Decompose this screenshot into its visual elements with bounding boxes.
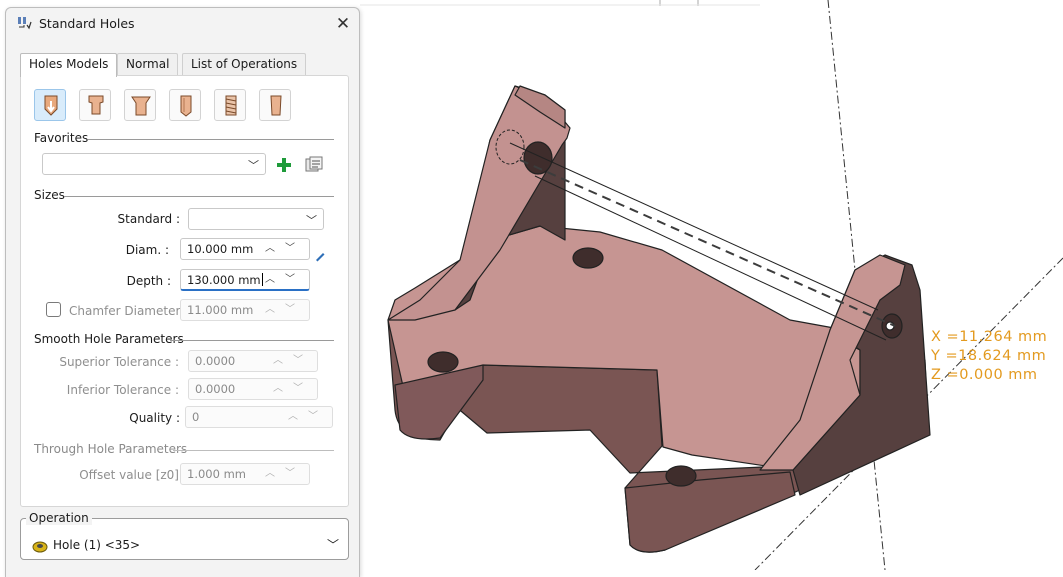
text-caret [261,273,263,286]
close-icon: ✕ [335,14,351,34]
diameter-label: Diam. : [125,243,169,257]
quality-label: Quality : [129,411,180,425]
inferior-tolerance-value: 0.0000 [195,382,236,396]
hole-model-simple[interactable] [34,89,66,121]
favorites-divider [88,139,334,140]
offset-value-input[interactable]: 1.000 mm ︿﹀ [180,463,310,485]
favorites-select[interactable]: ﹀ [42,153,266,175]
spin-arrows-icon[interactable]: ︿﹀ [265,270,305,290]
chamfer-diameter-value: 11.000 mm [187,303,254,317]
smooth-hole-section-label: Smooth Hole Parameters [34,332,184,346]
chamfer-diameter-input[interactable]: 11.000 mm ︿﹀ [180,299,310,321]
sizes-divider [64,196,334,197]
spin-arrows-icon[interactable]: ︿﹀ [265,464,305,484]
manage-favorites-button[interactable] [304,155,324,175]
chamfer-checkbox[interactable] [46,302,61,317]
dialog-titlebar[interactable]: Standard Holes ✕ [6,8,359,40]
chamfer-diameter-label: Chamfer Diameter : [69,304,189,318]
add-favorite-button[interactable] [275,156,293,174]
counterbore-hole-icon [88,95,104,115]
simple-hole-icon [44,95,58,116]
chevron-down-icon: ﹀ [248,159,259,172]
diameter-value: 10.000 mm [187,242,254,256]
depth-input[interactable]: 130.000 mm ︿﹀ [180,269,310,291]
bracket-part[interactable] [387,85,931,553]
favorites-manager-icon [305,156,323,172]
spin-arrows-icon[interactable]: ︿﹀ [288,407,328,427]
superior-tolerance-label: Superior Tolerance : [59,355,179,369]
spin-arrows-icon[interactable]: ︿﹀ [273,351,313,371]
superior-tolerance-value: 0.0000 [195,354,236,368]
hole-model-counterbore[interactable] [79,89,111,121]
coordinate-y: Y =18.624 mm [931,348,1047,364]
superior-tolerance-input[interactable]: 0.0000 ︿﹀ [188,350,318,372]
depth-value: 130.000 mm [187,273,261,287]
tapered-hole-icon [270,95,282,116]
offset-value-label: Offset value [z0] [79,468,179,482]
countersink-hole-icon [131,96,151,116]
inferior-tolerance-label: Inferior Tolerance : [66,383,179,397]
quality-select[interactable]: 0 ︿﹀ [185,406,333,428]
favorites-section-label: Favorites [34,131,89,145]
diameter-input[interactable]: 10.000 mm ︿﹀ [180,238,310,260]
inferior-tolerance-input[interactable]: 0.0000 ︿﹀ [188,378,318,400]
blind-hole-icon [180,95,192,117]
edit-pencil-icon[interactable] [314,250,326,262]
chevron-down-icon: ﹀ [306,214,317,227]
tab-holes-models[interactable]: Holes Models [20,53,118,77]
offset-value: 1.000 mm [187,467,246,481]
operation-value: Hole (1) <35> [53,538,141,552]
through-hole-section-label: Through Hole Parameters [34,442,188,456]
standard-select[interactable]: ﹀ [188,208,324,230]
spin-arrows-icon[interactable]: ︿﹀ [273,379,313,399]
quality-value: 0 [192,410,200,424]
coordinate-z: Z =0.000 mm [931,367,1038,383]
chevron-down-icon: ﹀ [326,538,339,552]
hole-model-countersink[interactable] [124,89,156,121]
operation-select[interactable]: Hole (1) <35> ﹀ [22,534,347,558]
coordinate-x: X =11.264 mm [931,329,1048,345]
hole-model-blind[interactable] [169,89,201,121]
sizes-section-label: Sizes [34,188,65,202]
dialog-title: Standard Holes [39,16,135,31]
hole-operation-icon [32,541,48,553]
smooth-hole-divider [170,340,334,341]
standard-label: Standard : [117,212,180,226]
hole-model-tapered[interactable] [259,89,291,121]
operation-legend: Operation [26,511,92,525]
plus-icon [277,158,291,172]
depth-label: Depth : [126,274,171,288]
threaded-hole-icon [225,95,237,116]
spin-arrows-icon[interactable]: ︿﹀ [265,239,305,259]
tab-list-of-operations[interactable]: List of Operations [182,53,307,76]
standard-holes-dialog: Standard Holes ✕ Holes Models Normal Lis… [5,7,360,577]
standard-holes-icon [18,17,32,30]
close-button[interactable]: ✕ [331,12,355,36]
tab-normal[interactable]: Normal [117,53,179,76]
through-hole-divider [173,450,334,451]
spin-arrows-icon[interactable]: ︿﹀ [265,300,305,320]
hole-model-threaded[interactable] [214,89,246,121]
